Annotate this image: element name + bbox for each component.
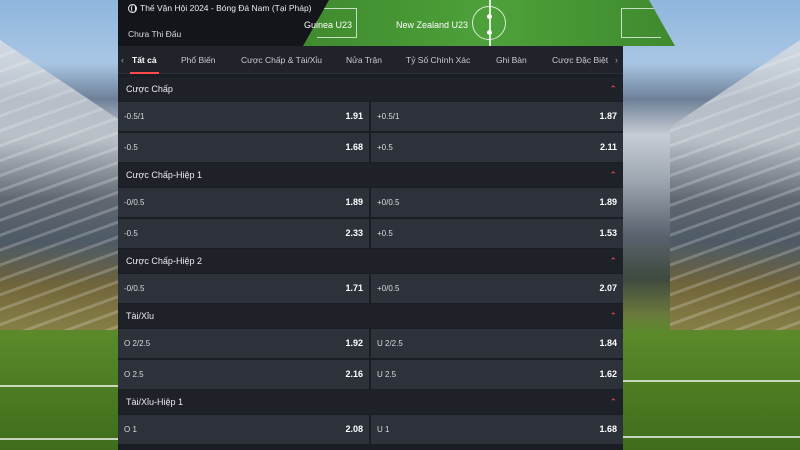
tab-handicap-overunder[interactable]: Cược Chấp & Tài/Xỉu — [241, 46, 322, 74]
odds-row: -0.5 1.68 +0.5 2.11 — [118, 132, 623, 163]
section-title: Cược Chấp-Hiệp 2 — [126, 256, 202, 266]
odds-cell[interactable]: O 2.5 2.16 — [118, 360, 369, 389]
globe-icon — [128, 3, 137, 13]
odds-cell[interactable]: O 1 2.08 — [118, 415, 369, 444]
line-label: +0/0.5 — [377, 198, 400, 207]
odds-row: -0.5/1 1.91 +0.5/1 1.87 — [118, 101, 623, 132]
line-label: -0.5/1 — [124, 112, 145, 121]
odds-cell[interactable]: -0.5 2.33 — [118, 219, 369, 248]
line-label: -0/0.5 — [124, 198, 145, 207]
odds-cell[interactable]: -0/0.5 1.71 — [118, 274, 369, 303]
chevron-left-icon[interactable]: ‹ — [121, 46, 124, 74]
odds-value: 1.92 — [345, 338, 363, 348]
odds-value: 1.84 — [599, 338, 617, 348]
odds-cell[interactable]: +0.5/1 1.87 — [371, 102, 623, 131]
line-label: O 2/2.5 — [124, 339, 151, 348]
odds-cell[interactable]: +0/0.5 1.89 — [371, 188, 623, 217]
market-tabs: ‹ Tất cả Phổ Biến Cược Chấp & Tài/Xỉu Nử… — [118, 46, 623, 74]
odds-row: -0/0.5 1.89 +0/0.5 1.89 — [118, 187, 623, 218]
odds-row: -0.5 2.33 +0.5 1.53 — [118, 218, 623, 249]
odds-value: 2.33 — [345, 228, 363, 238]
line-label: +0.5/1 — [377, 112, 400, 121]
section-header[interactable]: Cược Chấp ⌃ — [118, 77, 623, 101]
section-header[interactable]: Cược Chấp-Hiệp 1 ⌃ — [118, 163, 623, 187]
line-label: +0.5 — [377, 229, 393, 238]
chevron-up-icon[interactable]: ⌃ — [609, 249, 617, 273]
section-title: Tài/Xỉu — [126, 311, 155, 321]
tab-correct-score[interactable]: Tỷ Số Chính Xác — [406, 46, 470, 74]
match-header: Thế Vận Hội 2024 - Bóng Đá Nam (Tại Pháp… — [118, 0, 675, 46]
pitch-line — [0, 385, 118, 387]
line-label: U 1 — [377, 425, 390, 434]
odds-cell[interactable]: -0.5/1 1.91 — [118, 102, 369, 131]
odds-value: 2.07 — [599, 283, 617, 293]
odds-value: 1.68 — [599, 424, 617, 434]
odds-cell[interactable]: U 2.5 1.62 — [371, 360, 623, 389]
odds-cell[interactable]: +0.5 2.11 — [371, 133, 623, 162]
line-label: -0.5 — [124, 229, 138, 238]
chevron-up-icon[interactable]: ⌃ — [609, 390, 617, 414]
competition-title: Thế Vận Hội 2024 - Bóng Đá Nam (Tại Pháp… — [128, 3, 312, 13]
odds-value: 1.89 — [345, 197, 363, 207]
odds-row: -0/0.5 1.71 +0/0.5 2.07 — [118, 273, 623, 304]
odds-cell[interactable]: +0.5 1.53 — [371, 219, 623, 248]
section-title: Tài/Xỉu-Hiệp 1 — [126, 397, 184, 407]
betting-panel: Thế Vận Hội 2024 - Bóng Đá Nam (Tại Pháp… — [118, 0, 675, 450]
pitch-line — [623, 436, 800, 438]
chevron-up-icon[interactable]: ⌃ — [609, 77, 617, 101]
line-label: O 1 — [124, 425, 137, 434]
section-header[interactable]: Tài/Xỉu-Hiệp 1 ⌃ — [118, 390, 623, 414]
odds-value: 1.68 — [345, 142, 363, 152]
line-label: +0.5 — [377, 143, 393, 152]
chevron-up-icon[interactable]: ⌃ — [609, 163, 617, 187]
odds-value: 1.91 — [345, 111, 363, 121]
odds-value: 2.11 — [599, 142, 617, 152]
odds-cell[interactable]: O 2/2.5 1.92 — [118, 329, 369, 358]
odds-value: 2.16 — [345, 369, 363, 379]
away-team: New Zealand U23 — [396, 20, 469, 30]
odds-value: 1.71 — [345, 283, 363, 293]
section-header[interactable]: Cược Chấp-Hiệp 2 ⌃ — [118, 249, 623, 273]
tab-half-time[interactable]: Nửa Trận — [346, 46, 382, 74]
odds-cell[interactable]: +0/0.5 2.07 — [371, 274, 623, 303]
odds-value: 1.53 — [599, 228, 617, 238]
odds-value: 1.87 — [599, 111, 617, 121]
line-label: U 2/2.5 — [377, 339, 403, 348]
section-title: Cược Chấp — [126, 84, 173, 94]
odds-cell[interactable]: -0/0.5 1.89 — [118, 188, 369, 217]
pitch-line — [623, 380, 800, 382]
line-label: U 2.5 — [377, 370, 397, 379]
section-title: Cược Chấp-Hiệp 1 — [126, 170, 202, 180]
chevron-up-icon[interactable]: ⌃ — [609, 304, 617, 328]
odds-value: 1.62 — [599, 369, 617, 379]
tab-all[interactable]: Tất cả — [130, 46, 159, 74]
odds-row: O 2.5 2.16 U 2.5 1.62 — [118, 359, 623, 390]
odds-cell[interactable]: U 1 1.68 — [371, 415, 623, 444]
home-team: Guinea U23 — [304, 20, 353, 30]
tab-popular[interactable]: Phổ Biến — [181, 46, 216, 74]
chevron-right-icon[interactable]: › — [615, 46, 618, 74]
line-label: O 2.5 — [124, 370, 144, 379]
odds-value: 2.08 — [345, 424, 363, 434]
tab-special[interactable]: Cược Đặc Biệt — [552, 46, 608, 74]
competition-title-text: Thế Vận Hội 2024 - Bóng Đá Nam (Tại Pháp… — [140, 3, 312, 13]
odds-row: O 2/2.5 1.92 U 2/2.5 1.84 — [118, 328, 623, 359]
odds-row: O 1 2.08 U 1 1.68 — [118, 414, 623, 445]
odds-cell[interactable]: U 2/2.5 1.84 — [371, 329, 623, 358]
line-label: -0/0.5 — [124, 284, 145, 293]
section-header[interactable]: Tài/Xỉu ⌃ — [118, 304, 623, 328]
pitch-line — [0, 438, 118, 440]
match-status: Chưa Thi Đấu — [128, 29, 182, 39]
tab-goalscorer[interactable]: Ghi Bàn — [496, 46, 527, 74]
line-label: -0.5 — [124, 143, 138, 152]
line-label: +0/0.5 — [377, 284, 400, 293]
odds-cell[interactable]: -0.5 1.68 — [118, 133, 369, 162]
odds-value: 1.89 — [599, 197, 617, 207]
field-graphic — [303, 0, 675, 46]
